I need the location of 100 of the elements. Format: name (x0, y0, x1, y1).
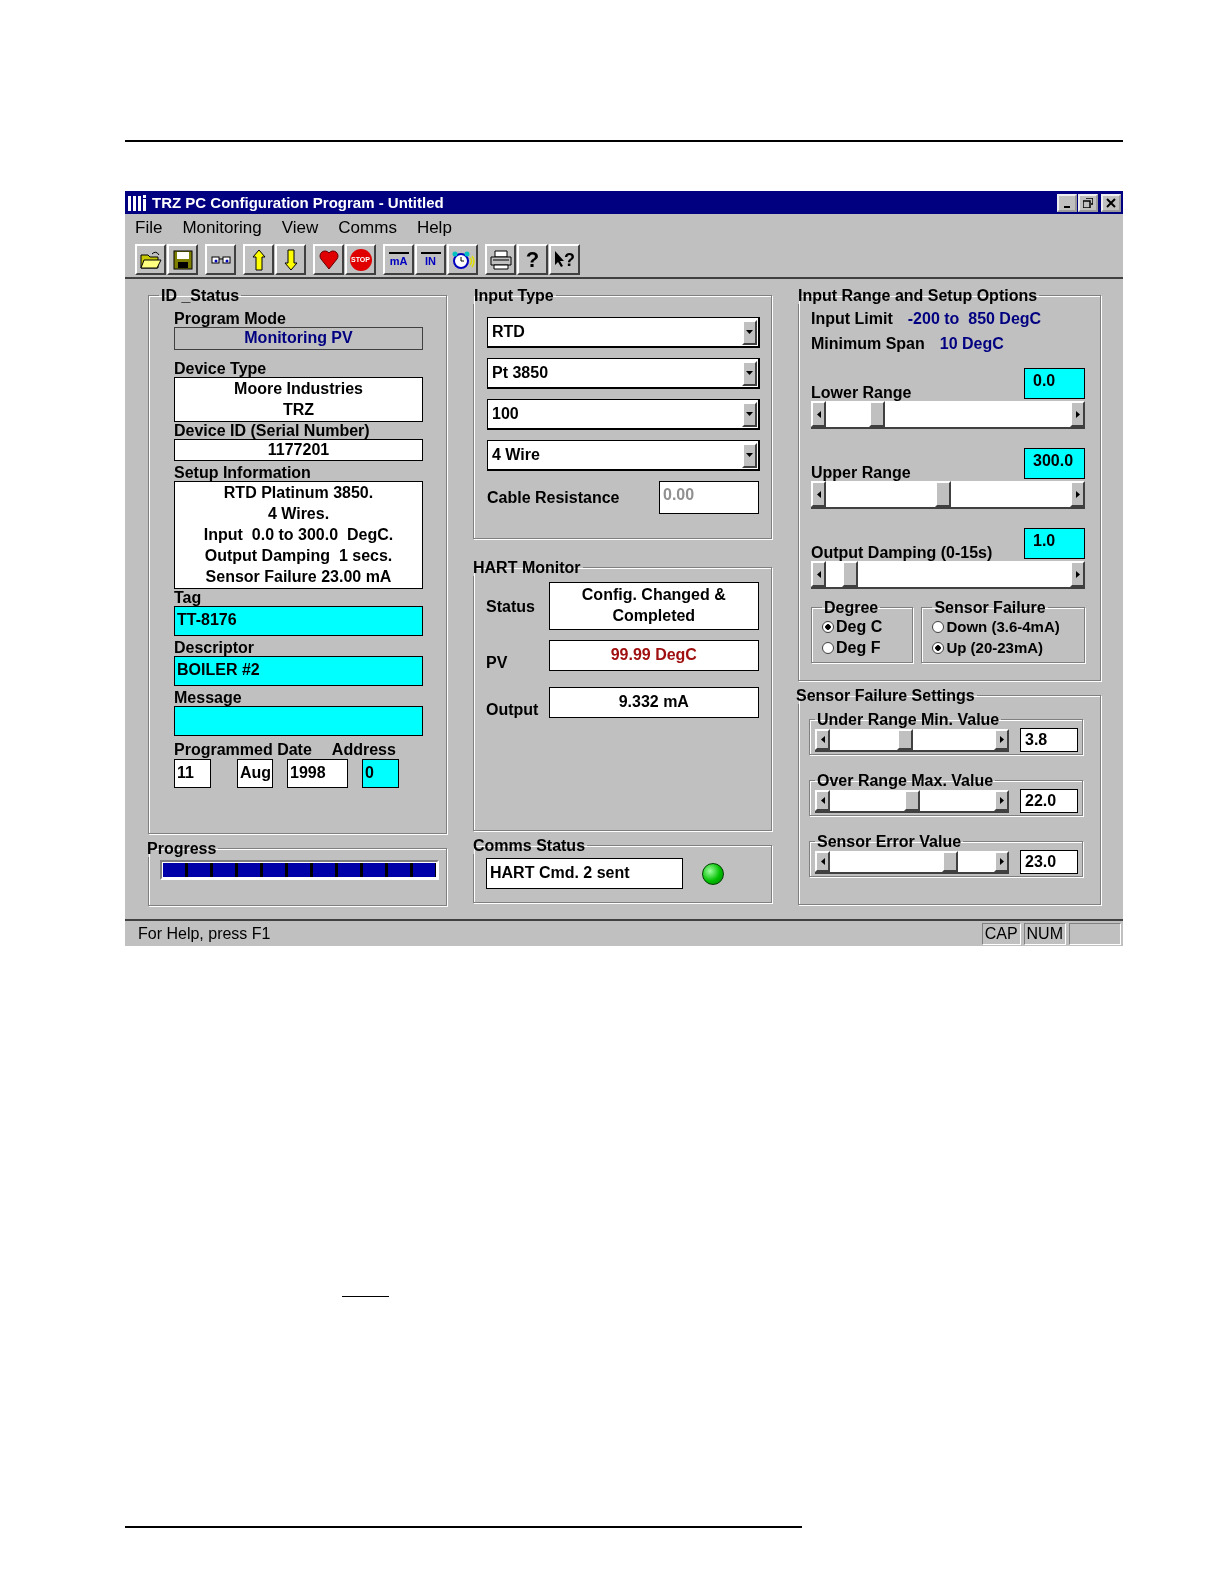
field-label: Tag (174, 589, 203, 606)
field-label: Descriptor (174, 639, 256, 656)
help-icon: ? (525, 247, 540, 272)
right-arrow-button[interactable] (1070, 561, 1085, 587)
right-arrow-icon (1075, 570, 1080, 578)
status-text: For Help, press F1 (138, 924, 271, 943)
keyboard-indicator: CAP (981, 922, 1021, 945)
pv-field: 99.99 DegC (548, 640, 759, 671)
radio-option[interactable]: Deg C (822, 616, 909, 637)
value-field[interactable]: 22.0 (1020, 789, 1078, 813)
toolbar-button[interactable] (243, 244, 274, 275)
right-arrow-icon (999, 735, 1004, 743)
right-arrow-button[interactable] (1070, 401, 1085, 427)
toolbar-button[interactable] (167, 244, 198, 275)
left-arrow-icon (816, 410, 821, 418)
slider[interactable] (811, 561, 1085, 589)
slider[interactable] (815, 728, 1009, 752)
value-field[interactable]: 1.0 (1024, 528, 1085, 559)
right-arrow-button[interactable] (994, 850, 1009, 872)
left-arrow-button[interactable] (811, 401, 826, 427)
close-button[interactable] (1101, 193, 1121, 212)
group-title: Input Type (473, 287, 555, 304)
message-field[interactable] (174, 706, 423, 736)
toolbar-button[interactable] (205, 244, 236, 275)
address-field[interactable]: 0 (362, 759, 399, 788)
dropdown[interactable]: RTD (487, 317, 760, 348)
menu-item[interactable]: Help (416, 218, 452, 238)
slider-thumb[interactable] (904, 789, 920, 811)
month-field[interactable]: Aug (237, 759, 273, 788)
left-arrow-button[interactable] (815, 728, 830, 750)
menu-item[interactable]: Comms (338, 218, 397, 238)
minimize-icon (1064, 205, 1070, 208)
alarm-clock-icon (450, 249, 475, 270)
descriptor-field[interactable]: BOILER #2 (174, 656, 423, 686)
device-id-field: 1177201 (174, 439, 423, 461)
day-field[interactable]: 11 (174, 759, 211, 788)
input-limit-value: -200 to 850 DegC (907, 310, 1042, 327)
value-field[interactable]: 3.8 (1020, 728, 1078, 752)
group-title: Progress (146, 840, 218, 857)
restore-icon (1083, 197, 1093, 208)
right-arrow-button[interactable] (994, 728, 1009, 750)
left-arrow-icon (820, 857, 825, 865)
right-arrow-button[interactable] (994, 789, 1009, 811)
slider-thumb[interactable] (896, 728, 913, 750)
slider-thumb[interactable] (841, 561, 858, 587)
keyboard-indicator: NUM (1023, 922, 1066, 945)
right-arrow-icon (1075, 410, 1080, 418)
right-arrow-icon (1075, 490, 1080, 498)
toolbar-button[interactable]: mA (383, 244, 414, 275)
left-arrow-button[interactable] (811, 561, 826, 587)
dropdown[interactable]: Pt 3850 (487, 358, 760, 389)
field-label: PV (486, 654, 509, 671)
menu-item[interactable]: File (135, 218, 163, 238)
minimize-button[interactable] (1057, 193, 1077, 212)
field-label: Input Limit (811, 310, 893, 327)
left-arrow-icon (820, 735, 825, 743)
toolbar-button[interactable] (275, 244, 306, 275)
toolbar-button[interactable] (447, 244, 478, 275)
slider[interactable] (815, 789, 1009, 813)
toolbar-button[interactable] (135, 244, 166, 275)
up-arrow-icon (251, 248, 266, 271)
field-label: Address (331, 741, 396, 758)
right-arrow-icon (999, 796, 1004, 804)
left-arrow-icon (816, 490, 821, 498)
field-label: Minimum Span (811, 335, 925, 352)
radio-option[interactable]: Up (20-23mA) (932, 637, 1080, 658)
tag-field[interactable]: TT-8176 (174, 606, 423, 636)
year-field[interactable]: 1998 (287, 759, 348, 788)
minimum-span-value: 10 DegC (939, 335, 1004, 352)
field-label: Lower Range (811, 384, 912, 401)
slider-thumb[interactable] (942, 850, 959, 872)
radio-option[interactable]: Down (3.6-4mA) (932, 616, 1080, 637)
slider-thumb[interactable] (935, 481, 952, 507)
slider-thumb[interactable] (869, 401, 886, 427)
right-arrow-button[interactable] (1070, 481, 1085, 507)
restore-button[interactable] (1078, 193, 1098, 212)
toolbar-button[interactable] (485, 244, 516, 275)
toolbar-button[interactable] (313, 244, 344, 275)
field-label: Status (486, 597, 536, 615)
dropdown[interactable]: 100 (487, 399, 760, 430)
field-label: Device Type (174, 360, 268, 377)
slider[interactable] (815, 850, 1009, 874)
left-arrow-button[interactable] (815, 789, 830, 811)
printer-icon (489, 249, 512, 270)
value-field[interactable]: 0.0 (1024, 368, 1085, 399)
toolbar-button[interactable]: ? (517, 244, 548, 275)
toolbar-button[interactable]: IN (415, 244, 446, 275)
slider[interactable] (811, 401, 1085, 429)
group-title: HART Monitor (472, 559, 582, 576)
group-title: Degree (823, 599, 880, 616)
value-field[interactable]: 23.0 (1020, 850, 1078, 874)
left-arrow-button[interactable] (815, 850, 830, 872)
group-title: Sensor Error Value (816, 833, 963, 850)
left-arrow-button[interactable] (811, 481, 826, 507)
slider[interactable] (811, 481, 1085, 509)
value-field[interactable]: 300.0 (1024, 448, 1085, 479)
dropdown[interactable]: 4 Wire (487, 440, 760, 471)
menu-item[interactable]: Monitoring (182, 218, 262, 238)
menu-item[interactable]: View (281, 218, 319, 238)
radio-option[interactable]: Deg F (822, 637, 909, 658)
